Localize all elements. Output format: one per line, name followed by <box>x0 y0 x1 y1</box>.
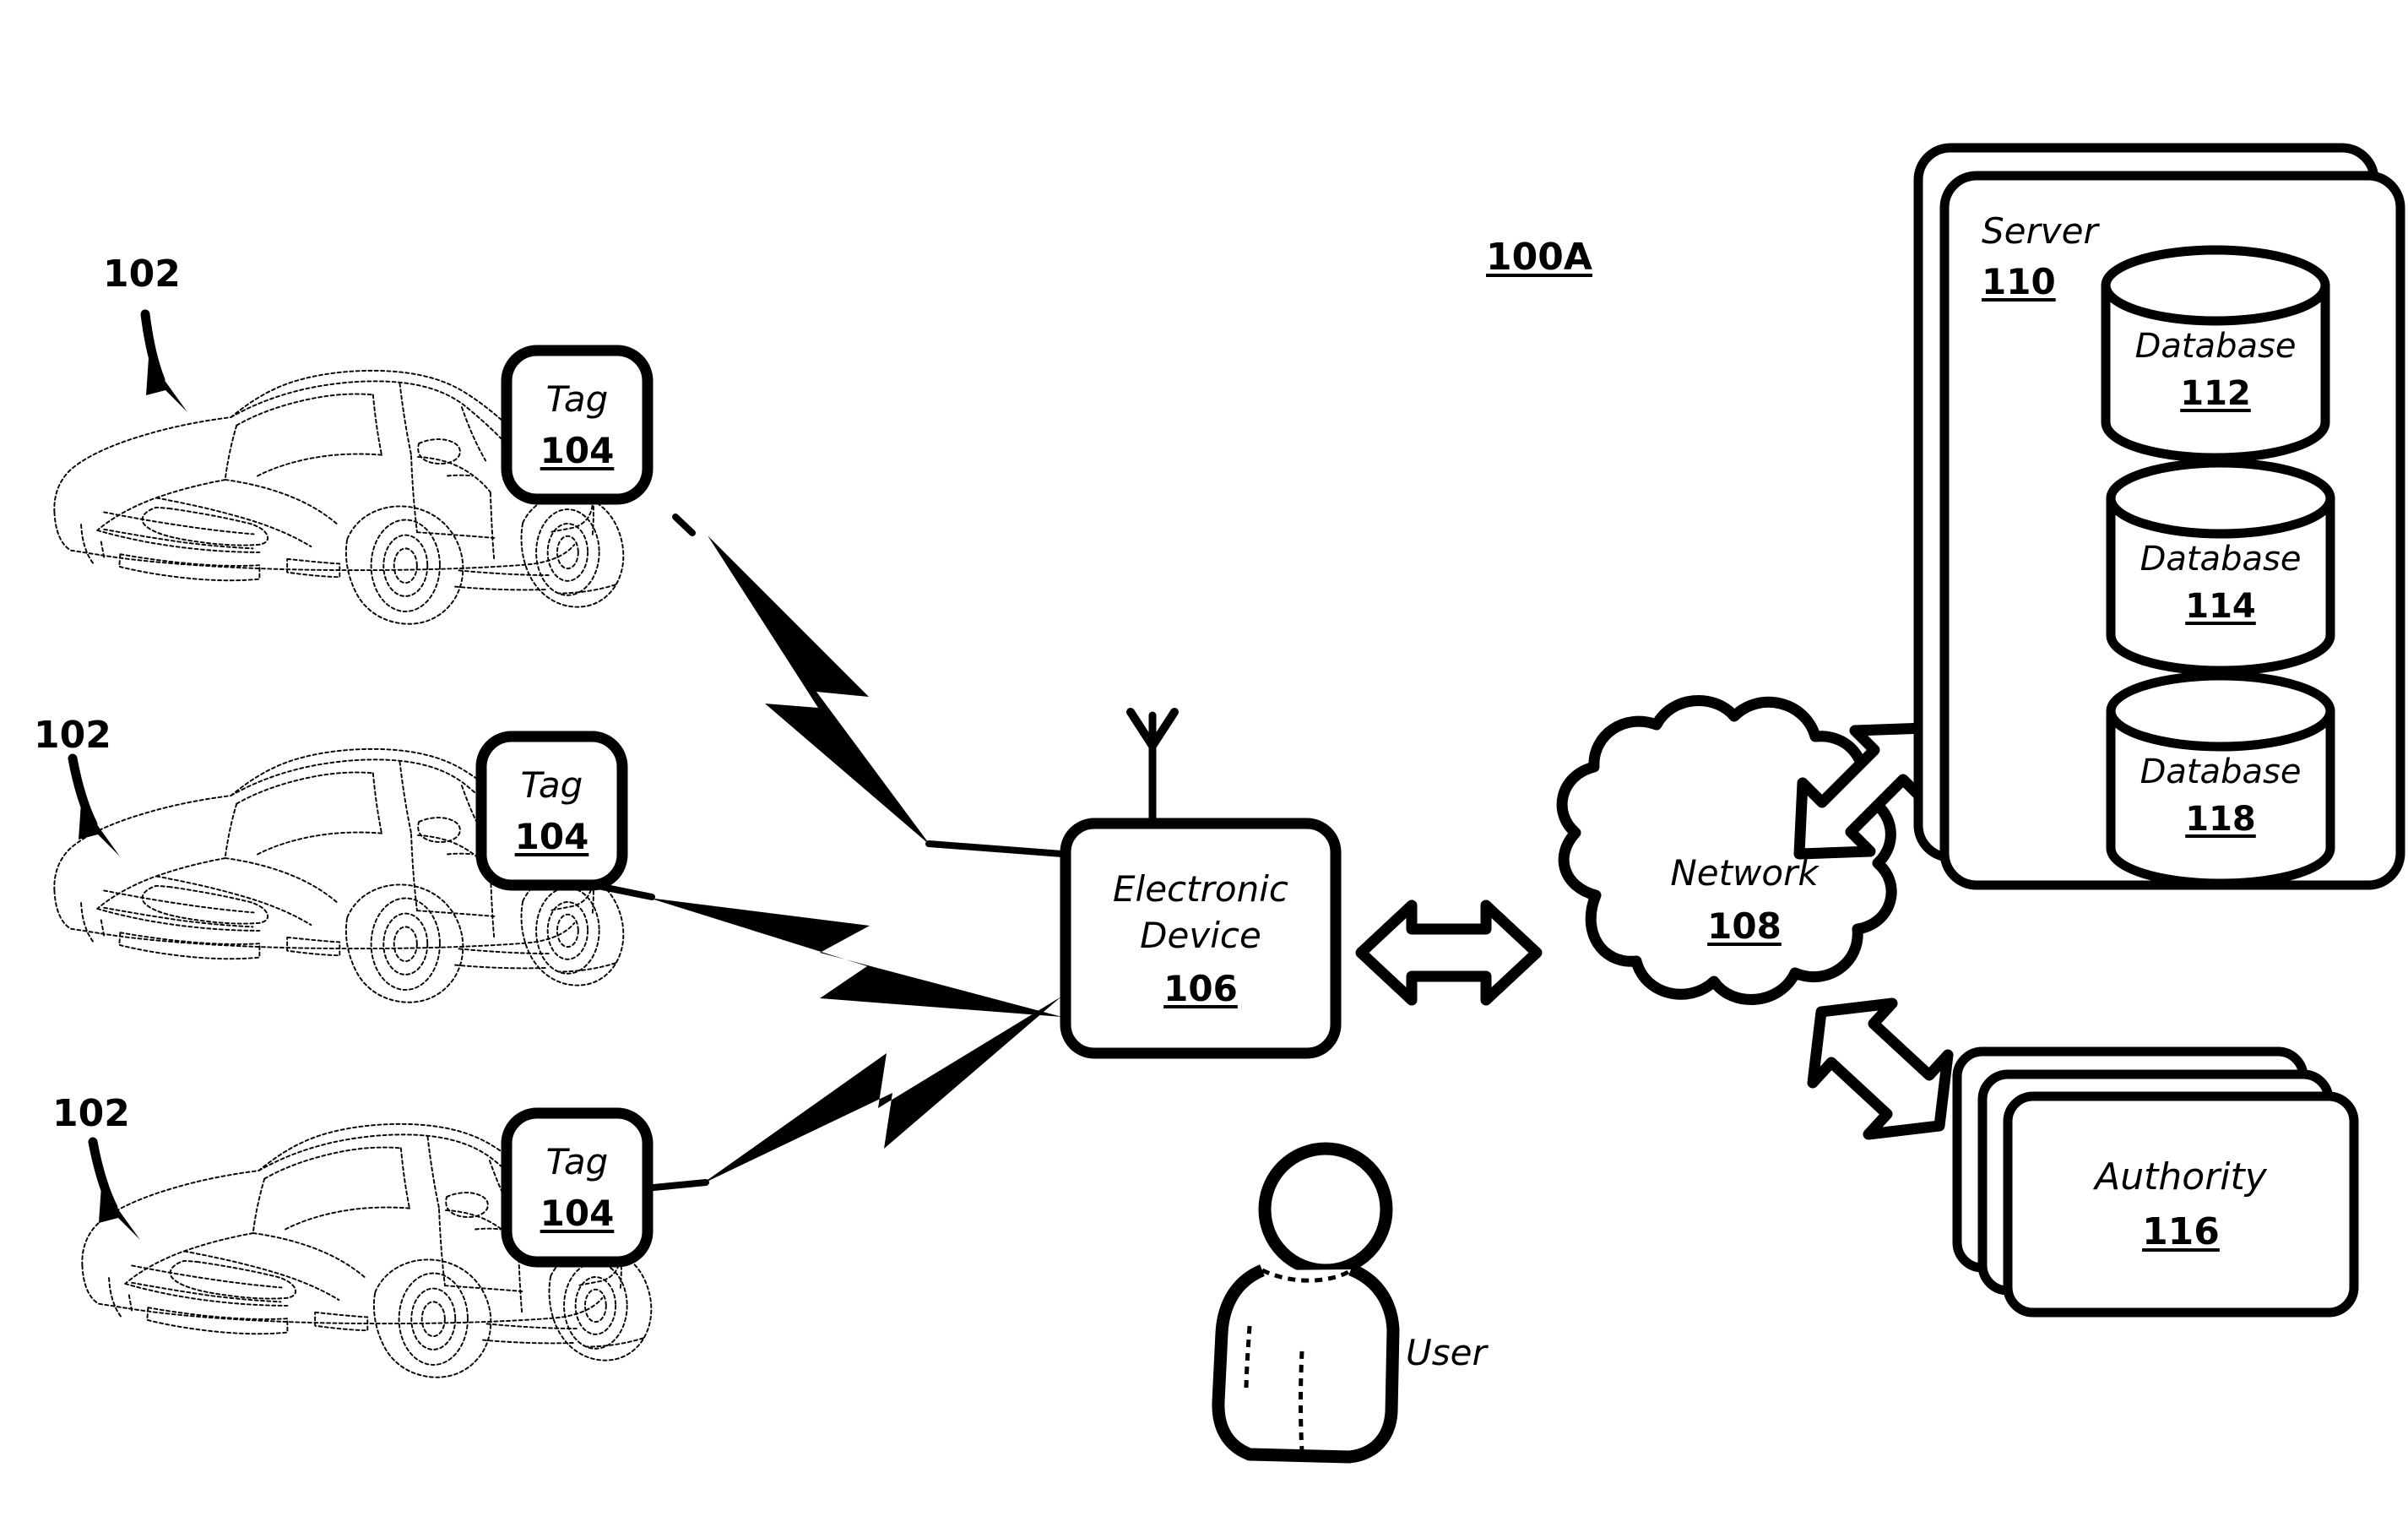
electronic-device-title-line1: Electronic <box>1113 867 1288 910</box>
database-label-114: Database 114 <box>2111 510 2330 655</box>
lightning-bolt-middle <box>648 898 1062 1017</box>
user-label: User <box>1406 1332 1487 1373</box>
database-title-112: Database <box>2134 327 2297 366</box>
database-title-114: Database <box>2140 540 2302 579</box>
lightning-bolt-top <box>708 535 930 845</box>
arrow-network-authority <box>1807 997 1954 1140</box>
electronic-device-ref: 106 <box>1163 967 1238 1009</box>
tag-label-top: Tag 104 <box>507 351 648 499</box>
vehicle-ref-bottom: 102 <box>52 1092 130 1135</box>
authority-title: Authority <box>2095 1155 2267 1198</box>
callout-102-top <box>140 309 187 412</box>
database-title-118: Database <box>2140 753 2302 791</box>
vehicle-ref-top: 102 <box>103 253 181 296</box>
network-label: Network 108 <box>1584 794 1905 1005</box>
authority-ref: 116 <box>2142 1210 2220 1253</box>
tag-ref-top: 104 <box>540 430 615 471</box>
authority-label: Authority 116 <box>2008 1096 2354 1312</box>
database-ref-112: 112 <box>2180 374 2251 413</box>
database-ref-118: 118 <box>2185 800 2256 839</box>
user-figure-icon <box>1212 1142 1400 1464</box>
electronic-device-label: Electronic Device 106 <box>1066 823 1336 1053</box>
network-ref: 108 <box>1707 905 1782 947</box>
tag-ref-middle: 104 <box>514 816 589 857</box>
tag-label-middle: Tag 104 <box>481 736 622 885</box>
tag-title-bottom: Tag <box>545 1141 609 1182</box>
tag-ref-bottom: 104 <box>540 1193 615 1234</box>
vehicle-ref-middle: 102 <box>34 714 111 757</box>
database-ref-114: 114 <box>2185 587 2256 626</box>
callout-102-bottom <box>88 1137 140 1240</box>
antenna-icon <box>1131 712 1174 823</box>
figure-label: 100A <box>1486 236 1592 279</box>
server-title: Server <box>1982 210 2098 252</box>
tag-title-middle: Tag <box>520 764 583 806</box>
electronic-device-title-line2: Device <box>1140 914 1261 956</box>
tag-title-top: Tag <box>545 378 609 420</box>
server-ref: 110 <box>1982 261 2056 302</box>
database-label-118: Database 118 <box>2111 723 2330 868</box>
database-label-112: Database 112 <box>2106 297 2325 443</box>
arrow-device-network <box>1355 899 1543 1006</box>
lightning-bolt-bottom <box>702 997 1061 1184</box>
network-title: Network <box>1670 852 1819 894</box>
tag-label-bottom: Tag 104 <box>507 1113 648 1262</box>
figure-canvas: 100A 102 102 102 Tag 104 Tag 104 Tag 104… <box>0 0 2408 1538</box>
